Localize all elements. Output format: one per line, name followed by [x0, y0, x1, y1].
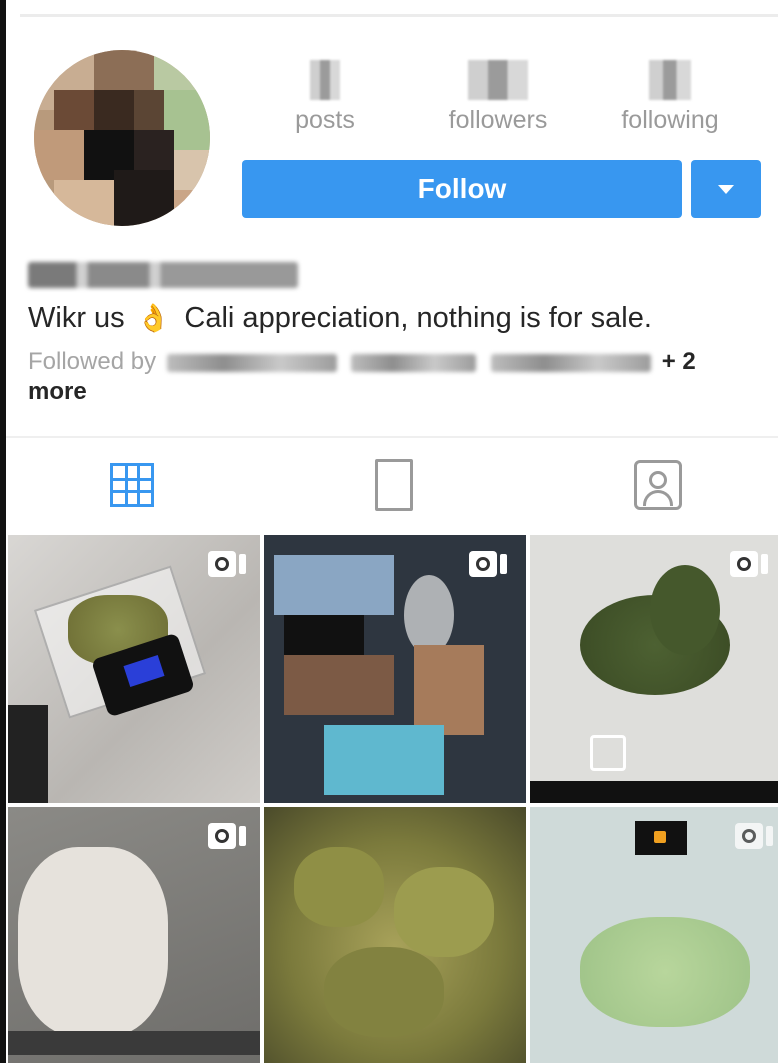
post-thumbnail[interactable] — [264, 807, 526, 1063]
stat-count-redacted — [310, 60, 340, 100]
video-icon — [730, 551, 770, 577]
followed-by[interactable]: Followed by + 2 — [28, 348, 696, 376]
tab-grid[interactable] — [102, 455, 162, 515]
display-name-redacted — [28, 262, 298, 288]
post-pixel — [274, 555, 394, 615]
post-pixel — [414, 645, 484, 735]
post-pixel — [324, 725, 444, 795]
post-bud — [324, 947, 444, 1037]
post-thumbnail[interactable] — [530, 535, 778, 803]
follower-name-redacted — [166, 353, 337, 372]
post-shadow — [8, 705, 48, 803]
post-bud — [394, 867, 494, 957]
stat-count-redacted — [649, 60, 691, 100]
post-grid — [8, 535, 778, 1063]
post-hand — [18, 847, 168, 1037]
edge-shadow — [0, 0, 6, 1063]
video-icon — [469, 551, 509, 577]
bio-prefix: Wikr us — [28, 302, 125, 334]
avatar-pixel — [34, 130, 84, 180]
avatar-pixel — [134, 130, 174, 170]
post-thumbnail[interactable] — [8, 807, 260, 1063]
post-thumbnail[interactable] — [8, 535, 260, 803]
followed-by-more-count: + 2 — [661, 348, 696, 375]
follower-name-redacted — [491, 353, 652, 372]
post-pixel — [284, 655, 394, 715]
stat-label: followers — [448, 106, 548, 134]
bio-suffix: Cali appreciation, nothing is for sale. — [184, 302, 652, 334]
post-bud — [294, 847, 384, 927]
post-smoke — [404, 575, 454, 655]
followed-by-prefix: Followed by — [28, 348, 157, 375]
stat-label: following — [621, 106, 719, 134]
tagged-icon-shoulders — [643, 490, 673, 506]
stat-followers[interactable]: followers — [428, 60, 568, 135]
followed-by-more-word[interactable]: more — [28, 378, 87, 406]
post-label-dot — [654, 831, 666, 843]
post-caption-bar — [8, 1031, 260, 1055]
grid-icon — [110, 463, 154, 507]
chevron-down-icon — [718, 184, 734, 194]
post-cup — [590, 735, 626, 771]
stat-label: posts — [295, 106, 355, 134]
stat-following[interactable]: following — [600, 60, 740, 135]
profile-screen: posts followers following Follow Wikr us… — [0, 0, 778, 1063]
tagged-icon — [634, 460, 682, 510]
post-thumbnail[interactable] — [264, 535, 526, 803]
avatar-pixel — [54, 180, 114, 226]
avatar-pixel — [94, 50, 154, 90]
post-edge — [530, 781, 778, 803]
avatar-pixel — [134, 90, 164, 130]
avatar-pixel — [174, 150, 210, 190]
ok-hand-emoji: 👌 — [136, 303, 171, 333]
avatar[interactable] — [34, 50, 210, 226]
suggested-accounts-button[interactable] — [691, 160, 761, 218]
post-pixel — [284, 615, 364, 655]
follower-name-redacted — [351, 353, 477, 372]
avatar-pixel — [114, 170, 174, 226]
stat-posts[interactable]: posts — [255, 60, 395, 135]
avatar-pixel — [94, 90, 134, 130]
video-icon — [208, 551, 248, 577]
tab-feed[interactable] — [364, 455, 424, 515]
post-thumbnail[interactable] — [530, 807, 778, 1063]
avatar-pixel — [174, 190, 210, 226]
avatar-pixel — [54, 90, 94, 130]
tabs-divider — [6, 436, 778, 438]
follow-button[interactable]: Follow — [242, 160, 682, 218]
video-icon — [735, 823, 775, 849]
tagged-icon-head — [649, 471, 667, 489]
bio: Wikr us 👌 Cali appreciation, nothing is … — [28, 302, 652, 335]
header-divider — [20, 14, 778, 17]
tab-tagged[interactable] — [628, 455, 688, 515]
feed-icon — [375, 459, 413, 511]
post-crystals — [580, 917, 750, 1027]
stat-count-redacted — [468, 60, 528, 100]
post-plant — [650, 565, 720, 655]
video-icon — [208, 823, 248, 849]
